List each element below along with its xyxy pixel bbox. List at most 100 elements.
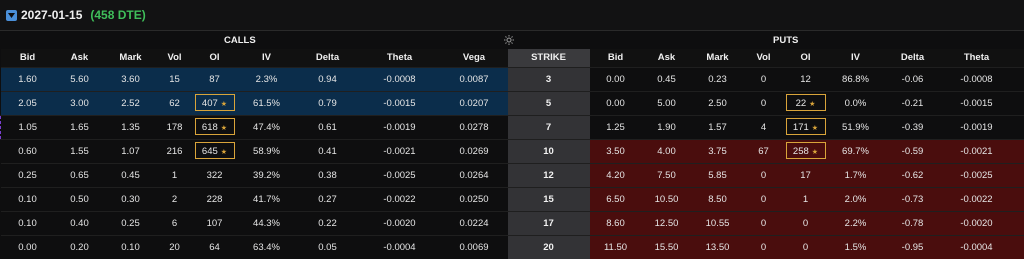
chevron-down-icon[interactable]: [6, 10, 17, 21]
call-cell[interactable]: -0.0004: [359, 236, 441, 259]
put-cell[interactable]: 15.50: [642, 236, 692, 259]
call-cell[interactable]: 228: [193, 188, 237, 212]
put-cell[interactable]: 0.0264: [1012, 164, 1024, 188]
put-cell[interactable]: 12: [784, 68, 828, 92]
put-cell[interactable]: 1.90: [642, 116, 692, 140]
put-cell[interactable]: 67: [744, 140, 784, 164]
put-cell[interactable]: -0.0015: [942, 92, 1012, 116]
call-cell[interactable]: 6: [157, 212, 193, 236]
call-cell[interactable]: 64: [193, 236, 237, 259]
call-cell[interactable]: 61.5%: [237, 92, 297, 116]
strike-cell[interactable]: 12: [508, 164, 590, 188]
strike-row[interactable]: 0.250.650.45132239.2%0.38-0.00250.026412…: [1, 164, 1024, 188]
call-cell[interactable]: 41.7%: [237, 188, 297, 212]
call-cell[interactable]: 407★: [193, 92, 237, 116]
call-cell[interactable]: 0.00: [1, 236, 55, 259]
put-cell[interactable]: 6.50: [590, 188, 642, 212]
put-cell[interactable]: 22★: [784, 92, 828, 116]
put-cell[interactable]: -0.0022: [942, 188, 1012, 212]
call-cell[interactable]: 0.05: [297, 236, 359, 259]
put-cell[interactable]: 0: [784, 212, 828, 236]
call-cell[interactable]: 3.00: [55, 92, 105, 116]
put-cell[interactable]: 0.0069: [1012, 236, 1024, 259]
put-cell[interactable]: 10.55: [692, 212, 744, 236]
call-col-header[interactable]: Bid: [1, 49, 55, 68]
call-cell[interactable]: 0.10: [1, 212, 55, 236]
call-cell[interactable]: 87: [193, 68, 237, 92]
put-cell[interactable]: 86.8%: [828, 68, 884, 92]
call-col-header[interactable]: OI: [193, 49, 237, 68]
call-cell[interactable]: 0.79: [297, 92, 359, 116]
put-cell[interactable]: 0: [744, 236, 784, 259]
put-cell[interactable]: 0.0269: [1012, 140, 1024, 164]
call-cell[interactable]: -0.0008: [359, 68, 441, 92]
call-col-header[interactable]: Vol: [157, 49, 193, 68]
put-cell[interactable]: 10.50: [642, 188, 692, 212]
call-cell[interactable]: 0.20: [55, 236, 105, 259]
put-cell[interactable]: -0.0008: [942, 68, 1012, 92]
call-cell[interactable]: -0.0019: [359, 116, 441, 140]
call-cell[interactable]: 0.0069: [441, 236, 508, 259]
call-cell[interactable]: 47.4%: [237, 116, 297, 140]
call-cell[interactable]: 178: [157, 116, 193, 140]
put-cell[interactable]: 0: [744, 188, 784, 212]
strike-row[interactable]: 0.601.551.07216645★58.9%0.41-0.00210.026…: [1, 140, 1024, 164]
call-cell[interactable]: 645★: [193, 140, 237, 164]
put-cell[interactable]: 4.20: [590, 164, 642, 188]
put-cell[interactable]: 11.50: [590, 236, 642, 259]
call-cell[interactable]: 0.25: [1, 164, 55, 188]
put-cell[interactable]: 3.50: [590, 140, 642, 164]
put-cell[interactable]: -0.06: [884, 68, 942, 92]
call-cell[interactable]: 1.65: [55, 116, 105, 140]
call-cell[interactable]: 20: [157, 236, 193, 259]
call-cell[interactable]: 2.05: [1, 92, 55, 116]
call-cell[interactable]: 0.27: [297, 188, 359, 212]
put-cell[interactable]: 0.0250: [1012, 188, 1024, 212]
put-cell[interactable]: -0.39: [884, 116, 942, 140]
strike-cell[interactable]: 10: [508, 140, 590, 164]
call-cell[interactable]: -0.0015: [359, 92, 441, 116]
call-cell[interactable]: -0.0021: [359, 140, 441, 164]
put-cell[interactable]: 0.0207: [1012, 92, 1024, 116]
put-cell[interactable]: -0.0025: [942, 164, 1012, 188]
call-cell[interactable]: 0.40: [55, 212, 105, 236]
call-cell[interactable]: 1.55: [55, 140, 105, 164]
call-cell[interactable]: 0.61: [297, 116, 359, 140]
call-cell[interactable]: 0.45: [105, 164, 157, 188]
put-cell[interactable]: 2.2%: [828, 212, 884, 236]
call-cell[interactable]: 0.0207: [441, 92, 508, 116]
call-cell[interactable]: 15: [157, 68, 193, 92]
put-cell[interactable]: 5.00: [642, 92, 692, 116]
call-cell[interactable]: 0.94: [297, 68, 359, 92]
put-col-header[interactable]: Vol: [744, 49, 784, 68]
call-cell[interactable]: 0.0224: [441, 212, 508, 236]
put-cell[interactable]: 2.50: [692, 92, 744, 116]
strike-cell[interactable]: 3: [508, 68, 590, 92]
put-col-header[interactable]: Mark: [692, 49, 744, 68]
put-cell[interactable]: 13.50: [692, 236, 744, 259]
put-cell[interactable]: 12.50: [642, 212, 692, 236]
call-cell[interactable]: -0.0025: [359, 164, 441, 188]
put-cell[interactable]: -0.21: [884, 92, 942, 116]
call-cell[interactable]: 216: [157, 140, 193, 164]
call-cell[interactable]: 63.4%: [237, 236, 297, 259]
put-cell[interactable]: 1: [784, 188, 828, 212]
call-cell[interactable]: 62: [157, 92, 193, 116]
strike-cell[interactable]: 17: [508, 212, 590, 236]
put-cell[interactable]: 0: [784, 236, 828, 259]
call-cell[interactable]: 322: [193, 164, 237, 188]
call-cell[interactable]: 0.30: [105, 188, 157, 212]
call-cell[interactable]: 2: [157, 188, 193, 212]
call-cell[interactable]: 0.38: [297, 164, 359, 188]
put-cell[interactable]: -0.62: [884, 164, 942, 188]
put-cell[interactable]: 0.45: [642, 68, 692, 92]
put-cell[interactable]: 7.50: [642, 164, 692, 188]
put-col-header[interactable]: Bid: [590, 49, 642, 68]
put-cell[interactable]: 0: [744, 164, 784, 188]
put-cell[interactable]: 17: [784, 164, 828, 188]
call-cell[interactable]: 0.0250: [441, 188, 508, 212]
put-cell[interactable]: -0.95: [884, 236, 942, 259]
call-cell[interactable]: 0.41: [297, 140, 359, 164]
gear-icon[interactable]: [503, 34, 515, 46]
call-cell[interactable]: 0.10: [1, 188, 55, 212]
